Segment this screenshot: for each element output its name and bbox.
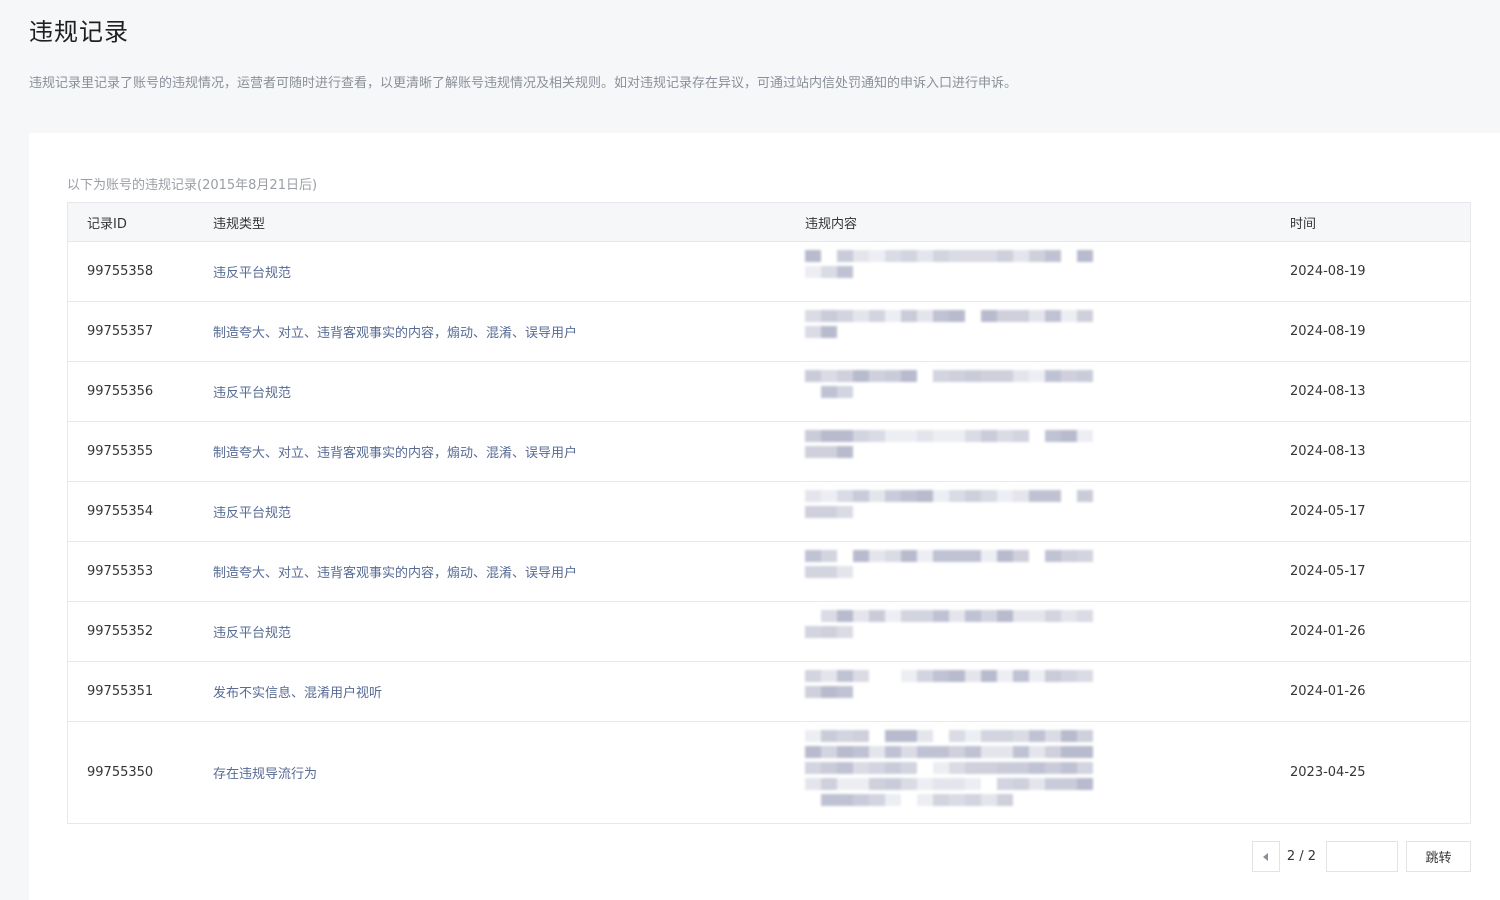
mosaic-block xyxy=(805,548,1093,596)
mosaic-block xyxy=(805,428,1093,476)
page-indicator: 2 / 2 xyxy=(1286,849,1316,864)
violation-type-link[interactable]: 制造夸大、对立、违背客观事实的内容，煽动、混淆、误导用户 xyxy=(213,322,805,341)
violation-content-redacted xyxy=(805,542,1290,601)
record-time: 2024-08-19 xyxy=(1290,324,1366,339)
record-id: 99755354 xyxy=(87,504,154,519)
table-row: 99755354 违反平台规范 2024-05-17 xyxy=(68,482,1470,542)
mosaic-block xyxy=(805,728,1093,813)
mosaic-block xyxy=(805,608,1093,656)
mosaic-block xyxy=(805,488,1093,536)
violation-type-link[interactable]: 制造夸大、对立、违背客观事实的内容，煽动、混淆、误导用户 xyxy=(213,562,805,581)
jump-button[interactable]: 跳转 xyxy=(1406,841,1471,872)
record-id: 99755350 xyxy=(87,765,154,780)
prev-page-button[interactable] xyxy=(1251,841,1280,872)
record-time: 2024-01-26 xyxy=(1290,684,1366,699)
table-row: 99755356 违反平台规范 2024-08-13 xyxy=(68,362,1470,422)
record-id: 99755355 xyxy=(87,444,154,459)
violation-content-redacted xyxy=(805,662,1290,721)
records-caption: 以下为账号的违规记录(2015年8月21日后) xyxy=(67,178,318,193)
records-table: 记录ID 违规类型 违规内容 时间 99755358 违反平台规范 2024-08-… xyxy=(67,202,1471,824)
record-id: 99755352 xyxy=(87,624,154,639)
pagination: 2 / 2 跳转 xyxy=(1251,841,1471,872)
caret-left-icon xyxy=(1263,852,1269,861)
table-row: 99755353 制造夸大、对立、违背客观事实的内容，煽动、混淆、误导用户 2024… xyxy=(68,542,1470,602)
record-id: 99755357 xyxy=(87,324,154,339)
records-panel: 以下为账号的违规记录(2015年8月21日后) 记录ID 违规类型 违规内容 时… xyxy=(29,133,1500,900)
violation-type-link[interactable]: 违反平台规范 xyxy=(213,622,805,641)
column-header-type: 违规类型 xyxy=(213,216,266,232)
violation-type-link[interactable]: 违反平台规范 xyxy=(213,382,805,401)
mosaic-block xyxy=(805,368,1093,416)
violation-content-redacted xyxy=(805,242,1290,301)
record-time: 2024-08-13 xyxy=(1290,384,1366,399)
table-row: 99755352 违反平台规范 2024-01-26 xyxy=(68,602,1470,662)
violation-content-redacted xyxy=(805,722,1290,823)
record-id: 99755358 xyxy=(87,264,154,279)
page-title: 违规记录 xyxy=(29,18,129,46)
mosaic-block xyxy=(805,308,1093,356)
column-header-content: 违规内容 xyxy=(805,216,858,232)
mosaic-block xyxy=(805,668,1093,716)
table-row: 99755358 违反平台规范 2024-08-19 xyxy=(68,242,1470,302)
column-header-id: 记录ID xyxy=(87,216,127,232)
record-time: 2024-08-13 xyxy=(1290,444,1366,459)
page-jump-input[interactable] xyxy=(1326,841,1398,872)
table-body: 99755358 违反平台规范 2024-08-19 99755357 制造夸大、对立、… xyxy=(68,242,1470,823)
violation-content-redacted xyxy=(805,602,1290,661)
violation-content-redacted xyxy=(805,302,1290,361)
record-time: 2024-01-26 xyxy=(1290,624,1366,639)
record-id: 99755356 xyxy=(87,384,154,399)
violation-content-redacted xyxy=(805,422,1290,481)
violation-type-link[interactable]: 违反平台规范 xyxy=(213,262,805,281)
page-description: 违规记录里记录了账号的违规情况，运营者可随时进行查看，以更清晰了解账号违规情况及… xyxy=(29,76,1018,91)
record-time: 2024-05-17 xyxy=(1290,504,1366,519)
table-row: 99755351 发布不实信息、混淆用户视听 2024-01-26 xyxy=(68,662,1470,722)
table-row: 99755355 制造夸大、对立、违背客观事实的内容，煽动、混淆、误导用户 2024… xyxy=(68,422,1470,482)
mosaic-block xyxy=(805,248,1093,296)
violation-content-redacted xyxy=(805,482,1290,541)
column-header-time: 时间 xyxy=(1290,216,1317,232)
table-row: 99755357 制造夸大、对立、违背客观事实的内容，煽动、混淆、误导用户 2024… xyxy=(68,302,1470,362)
record-time: 2024-05-17 xyxy=(1290,564,1366,579)
record-time: 2023-04-25 xyxy=(1290,765,1366,780)
record-id: 99755353 xyxy=(87,564,154,579)
table-header: 记录ID 违规类型 违规内容 时间 xyxy=(68,203,1470,242)
violation-type-link[interactable]: 发布不实信息、混淆用户视听 xyxy=(213,682,805,701)
record-id: 99755351 xyxy=(87,684,154,699)
violation-type-link[interactable]: 存在违规导流行为 xyxy=(213,763,805,782)
violation-type-link[interactable]: 违反平台规范 xyxy=(213,502,805,521)
violation-type-link[interactable]: 制造夸大、对立、违背客观事实的内容，煽动、混淆、误导用户 xyxy=(213,442,805,461)
record-time: 2024-08-19 xyxy=(1290,264,1366,279)
table-row: 99755350 存在违规导流行为 2023-04-25 xyxy=(68,722,1470,823)
violation-content-redacted xyxy=(805,362,1290,421)
